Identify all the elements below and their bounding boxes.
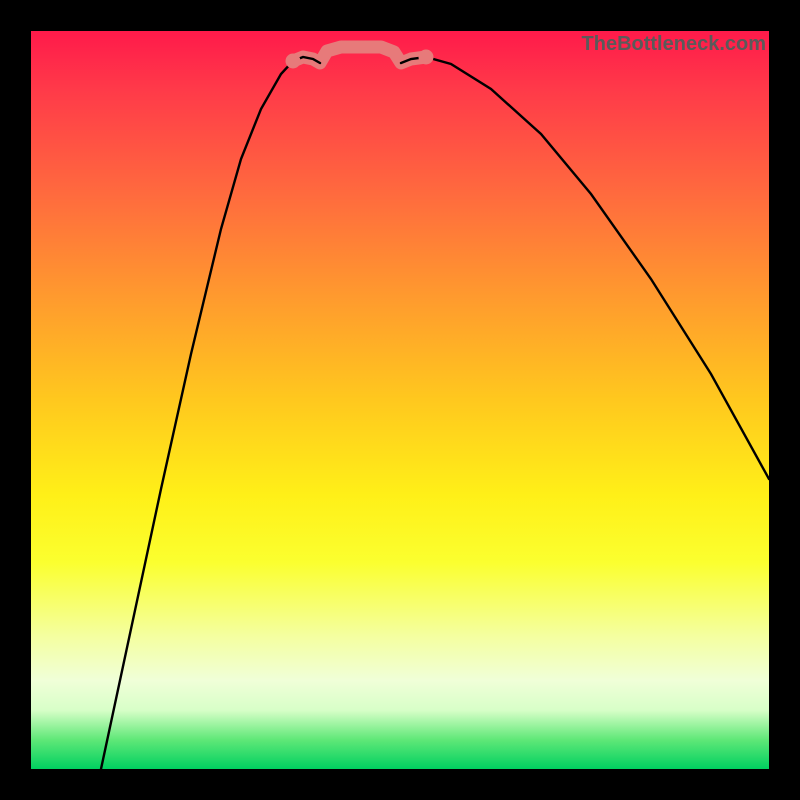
watermark-text: TheBottleneck.com: [582, 33, 766, 56]
chart-svg: [31, 31, 769, 769]
pink-endpoint-left: [286, 54, 301, 69]
pink-endpoint-right: [419, 50, 434, 65]
black-curve-right: [401, 57, 769, 479]
plot-area: [31, 31, 769, 769]
chart-frame: TheBottleneck.com: [0, 0, 800, 800]
black-curve-left: [101, 57, 320, 769]
